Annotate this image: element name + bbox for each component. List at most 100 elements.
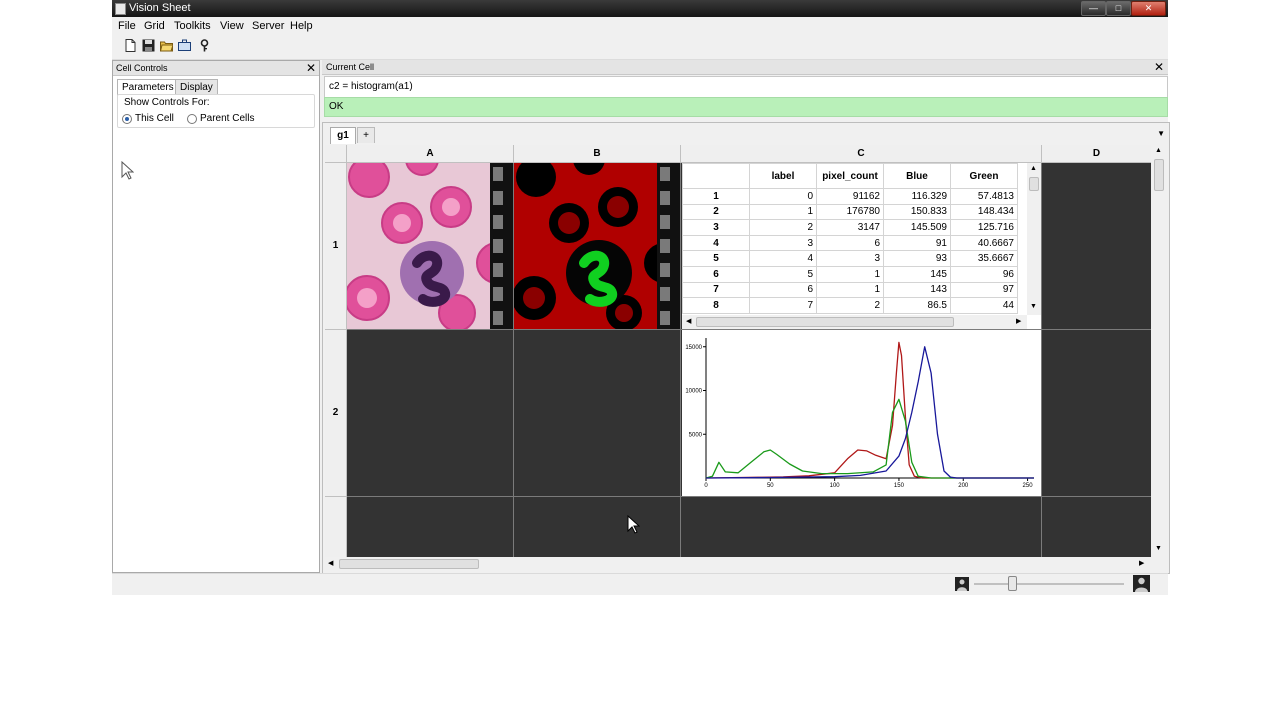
table-cell[interactable]: 3 [749, 234, 817, 252]
table-cell[interactable]: 116.329 [883, 188, 951, 205]
table-cell[interactable]: 0 [749, 188, 817, 205]
this-cell-radio[interactable] [122, 114, 132, 124]
add-sheet-tab-button[interactable]: + [357, 127, 375, 143]
table-cell[interactable]: 143 [883, 281, 951, 299]
menu-file[interactable]: File [118, 20, 136, 32]
table-horizontal-scrollbar[interactable]: ◀ ▶ [682, 315, 1027, 329]
table-cell[interactable]: 93 [883, 250, 951, 267]
zoom-out-person-icon[interactable] [955, 577, 969, 591]
column-header-a[interactable]: A [347, 145, 514, 163]
table-cell[interactable]: 150.833 [883, 203, 951, 221]
parent-cells-label[interactable]: Parent Cells [200, 113, 254, 124]
table-cell[interactable]: 6 [816, 234, 884, 252]
cell-b1-segmented-image[interactable] [514, 163, 680, 329]
table-header-label[interactable]: label [749, 163, 817, 189]
table-cell[interactable]: 86.5 [883, 297, 951, 314]
table-row-number[interactable]: 5 [682, 250, 750, 267]
grid-vertical-scrollbar[interactable]: ▲ ▼ [1151, 145, 1167, 557]
scroll-left-icon[interactable]: ◀ [686, 317, 691, 325]
scroll-right-icon[interactable]: ▶ [1139, 559, 1144, 567]
table-row[interactable]: 1 0 91162 116.329 57.4813 [682, 188, 1018, 205]
table-cell[interactable]: 40.6667 [950, 234, 1018, 252]
parent-cells-radio[interactable] [187, 114, 197, 124]
table-cell[interactable]: 91162 [816, 188, 884, 205]
table-cell[interactable]: 57.4813 [950, 188, 1018, 205]
table-cell[interactable]: 97 [950, 281, 1018, 299]
table-cell[interactable]: 145.509 [883, 219, 951, 236]
scroll-thumb[interactable] [696, 317, 954, 327]
table-cell[interactable]: 44 [950, 297, 1018, 314]
table-row-number[interactable]: 8 [682, 297, 750, 314]
cell-c1-table[interactable]: label pixel_count Blue Green 1 0 91162 116.… [682, 163, 1041, 329]
table-row-number[interactable]: 6 [682, 265, 750, 283]
tab-menu-dropdown[interactable]: ▼ [1157, 129, 1165, 138]
expression-input[interactable]: c2 = histogram(a1) [324, 76, 1168, 98]
row-header-2[interactable]: 2 [325, 330, 347, 497]
table-cell[interactable]: 4 [749, 250, 817, 267]
row-header-1[interactable]: 1 [325, 163, 347, 330]
cell-a1-blood-image[interactable] [347, 163, 513, 329]
minimize-button[interactable]: — [1081, 1, 1106, 16]
column-header-d[interactable]: D [1042, 145, 1151, 163]
table-cell[interactable]: 145 [883, 265, 951, 283]
row-header-3[interactable] [325, 497, 347, 557]
table-row[interactable]: 7 6 1 143 97 [682, 281, 1018, 299]
menu-view[interactable]: View [220, 20, 244, 32]
table-header-blue[interactable]: Blue [883, 163, 951, 189]
grid-horizontal-scrollbar[interactable]: ◀ ▶ [325, 557, 1151, 571]
table-row-number[interactable]: 2 [682, 203, 750, 221]
table-row[interactable]: 3 2 3147 145.509 125.716 [682, 219, 1018, 236]
column-header-c[interactable]: C [681, 145, 1042, 163]
scroll-down-icon[interactable]: ▼ [1155, 545, 1162, 552]
table-cell[interactable]: 148.434 [950, 203, 1018, 221]
close-button[interactable]: ✕ [1131, 1, 1166, 16]
table-cell[interactable]: 5 [749, 265, 817, 283]
table-vertical-scrollbar[interactable]: ▲ ▼ [1027, 163, 1041, 315]
menu-help[interactable]: Help [290, 20, 313, 32]
table-cell[interactable]: 6 [749, 281, 817, 299]
table-cell[interactable]: 125.716 [950, 219, 1018, 236]
table-header-pixel-count[interactable]: pixel_count [816, 163, 884, 189]
table-cell[interactable]: 3 [816, 250, 884, 267]
table-cell[interactable]: 2 [749, 219, 817, 236]
menu-server[interactable]: Server [252, 20, 284, 32]
scroll-right-icon[interactable]: ▶ [1016, 317, 1021, 325]
tab-display[interactable]: Display [175, 79, 218, 95]
cell-c2-histogram[interactable]: 0 50 100 150 200 25050001000015000 [682, 330, 1041, 496]
scroll-down-icon[interactable]: ▼ [1030, 303, 1037, 310]
table-row-number[interactable]: 3 [682, 219, 750, 236]
corner-header[interactable] [325, 145, 347, 163]
table-header-green[interactable]: Green [950, 163, 1018, 189]
scroll-up-icon[interactable]: ▲ [1030, 165, 1037, 172]
table-cell[interactable]: 176780 [816, 203, 884, 221]
save-icon[interactable] [142, 39, 155, 52]
open-folder-icon[interactable] [160, 39, 173, 52]
table-cell[interactable]: 1 [816, 265, 884, 283]
this-cell-label[interactable]: This Cell [135, 113, 174, 124]
table-cell[interactable]: 96 [950, 265, 1018, 283]
new-file-icon[interactable] [124, 39, 137, 52]
sheet-tab-g1[interactable]: g1 [330, 127, 356, 144]
table-header[interactable] [682, 163, 750, 189]
table-cell[interactable]: 2 [816, 297, 884, 314]
zoom-slider-track[interactable] [974, 583, 1124, 585]
table-cell[interactable]: 1 [749, 203, 817, 221]
zoom-slider-handle[interactable] [1008, 576, 1017, 591]
scroll-thumb[interactable] [1029, 177, 1039, 191]
table-cell[interactable]: 1 [816, 281, 884, 299]
table-row[interactable]: 4 3 6 91 40.6667 [682, 234, 1018, 252]
table-row[interactable]: 2 1 176780 150.833 148.434 [682, 203, 1018, 221]
table-cell[interactable]: 35.6667 [950, 250, 1018, 267]
column-header-b[interactable]: B [514, 145, 681, 163]
table-row-number[interactable]: 4 [682, 234, 750, 252]
table-cell[interactable]: 91 [883, 234, 951, 252]
scroll-thumb[interactable] [339, 559, 479, 569]
table-row-number[interactable]: 1 [682, 188, 750, 205]
zoom-in-person-icon[interactable] [1133, 575, 1150, 592]
table-row-number[interactable]: 7 [682, 281, 750, 299]
table-row[interactable]: 8 7 2 86.5 44 [682, 297, 1018, 314]
briefcase-icon[interactable] [178, 39, 191, 52]
key-icon[interactable] [198, 39, 211, 52]
menu-grid[interactable]: Grid [144, 20, 165, 32]
table-cell[interactable]: 7 [749, 297, 817, 314]
